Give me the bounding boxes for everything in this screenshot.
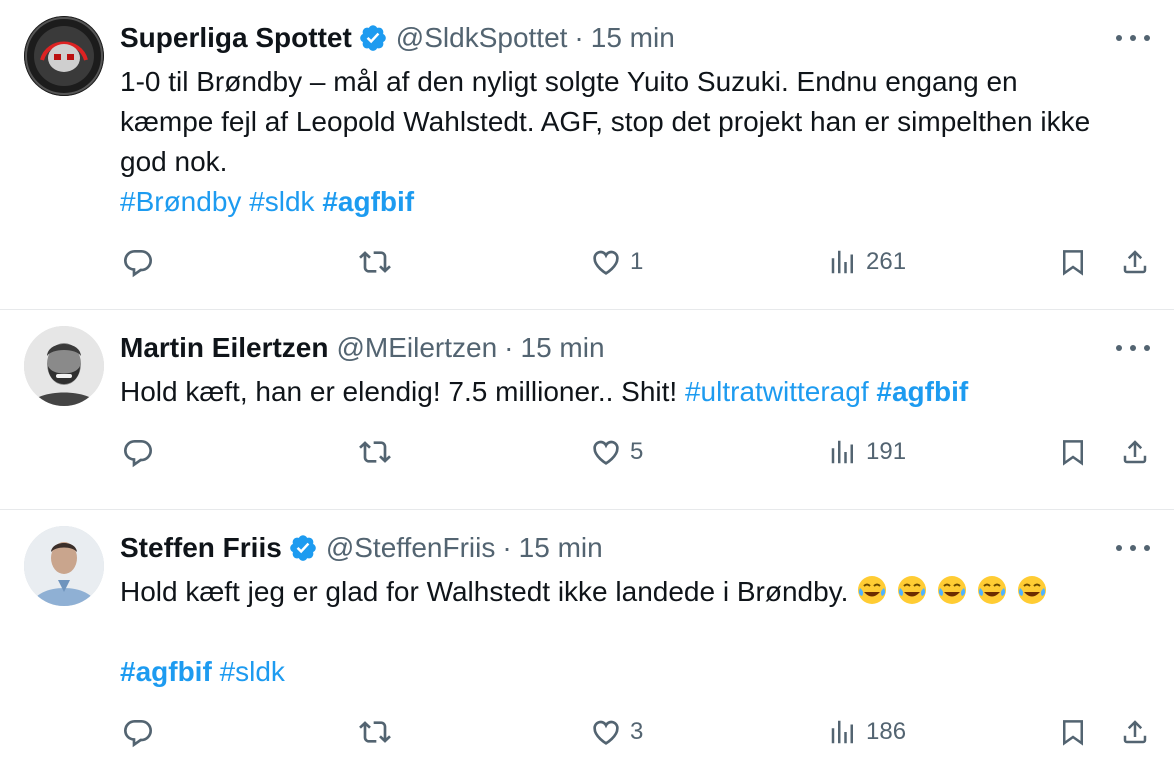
reply-icon (123, 250, 153, 278)
reply-icon (123, 440, 153, 468)
share-button[interactable] (1120, 712, 1150, 752)
retweet-icon (359, 441, 391, 463)
author-handle[interactable]: @MEilertzen (336, 332, 497, 364)
analytics-icon (831, 440, 853, 464)
face-with-tears-of-joy-icon (858, 576, 887, 604)
tweet-text: Hold kæft jeg er glad for Walhstedt ikke… (120, 572, 1150, 692)
like-button[interactable]: 1 (590, 242, 643, 282)
author-handle[interactable]: @SteffenFriis (326, 532, 496, 564)
retweet-button[interactable] (358, 712, 392, 752)
tweet[interactable]: Steffen Friis @SteffenFriis · 15 min Hol… (0, 510, 1174, 782)
view-count: 186 (866, 718, 907, 745)
hashtag-link[interactable]: #agfbif (876, 376, 968, 407)
tweet-text: 1-0 til Brøndby – mål af den nyligt solg… (120, 62, 1150, 222)
hashtag-link[interactable]: #ultratwitteragf (685, 376, 869, 407)
share-icon (1123, 720, 1147, 744)
like-button[interactable]: 5 (590, 432, 643, 472)
face-with-tears-of-joy-icon (1018, 576, 1047, 604)
avatar[interactable] (24, 16, 104, 96)
author-name[interactable]: Martin Eilertzen (120, 332, 328, 364)
retweet-icon (359, 721, 391, 743)
tweet[interactable]: Martin Eilertzen @MEilertzen · 15 min Ho… (0, 310, 1174, 510)
verified-badge-icon (290, 535, 316, 561)
bookmark-icon (1063, 720, 1083, 746)
author-handle[interactable]: @SldkSpottet (396, 22, 568, 54)
share-icon (1123, 250, 1147, 274)
hashtag-link[interactable]: #agfbif (322, 186, 414, 217)
action-bar: 3 186 (120, 692, 1150, 776)
share-button[interactable] (1120, 242, 1150, 282)
like-count: 5 (630, 438, 644, 465)
bookmark-icon (1063, 250, 1083, 276)
hashtag-link[interactable]: #Brøndby (120, 186, 241, 217)
heart-icon (593, 440, 619, 465)
separator-dot: · (574, 22, 584, 53)
share-button[interactable] (1120, 432, 1150, 472)
hashtag-link[interactable]: #sldk (220, 656, 285, 687)
tweet-text: Hold kæft, han er elendig! 7.5 millioner… (120, 372, 1150, 412)
author-name[interactable]: Steffen Friis (120, 532, 282, 564)
more-options-icon[interactable] (1116, 534, 1150, 562)
tweet[interactable]: Superliga Spottet @SldkSpottet · 15 min … (0, 0, 1174, 310)
tweet-body: Hold kæft jeg er glad for Walhstedt ikke… (120, 576, 849, 607)
analytics-icon (831, 250, 853, 274)
timestamp[interactable]: 15 min (591, 22, 675, 54)
like-count: 1 (630, 248, 644, 275)
avatar[interactable] (24, 326, 104, 406)
timestamp[interactable]: 15 min (521, 332, 605, 364)
reply-button[interactable] (122, 242, 154, 282)
heart-icon (593, 250, 619, 275)
hashtag-link[interactable]: #sldk (249, 186, 314, 217)
views-button[interactable]: 191 (828, 432, 906, 472)
retweet-icon (359, 251, 391, 273)
action-bar: 1 261 (120, 222, 1150, 306)
hashtag-link[interactable]: #agfbif (120, 656, 212, 687)
bookmark-button[interactable] (1058, 432, 1088, 472)
avatar[interactable] (24, 526, 104, 606)
face-with-tears-of-joy-icon (898, 576, 927, 604)
bookmark-icon (1063, 440, 1083, 466)
reply-button[interactable] (122, 432, 154, 472)
like-button[interactable]: 3 (590, 712, 643, 752)
view-count: 191 (866, 438, 907, 465)
author-name[interactable]: Superliga Spottet (120, 22, 352, 54)
separator-dot: · (504, 332, 514, 363)
reply-icon (123, 720, 153, 748)
like-count: 3 (630, 718, 644, 745)
views-button[interactable]: 261 (828, 242, 906, 282)
tweet-body: 1-0 til Brøndby – mål af den nyligt solg… (120, 66, 1091, 177)
reply-button[interactable] (122, 712, 154, 752)
separator-dot: · (502, 532, 512, 563)
verified-badge-icon (359, 25, 386, 51)
face-with-tears-of-joy-icon (938, 576, 967, 604)
analytics-icon (831, 720, 853, 744)
view-count: 261 (866, 248, 907, 275)
retweet-button[interactable] (358, 242, 392, 282)
more-options-icon[interactable] (1116, 334, 1150, 362)
tweet-body: Hold kæft, han er elendig! 7.5 millioner… (120, 376, 678, 407)
bookmark-button[interactable] (1058, 242, 1088, 282)
bookmark-button[interactable] (1058, 712, 1088, 752)
emoji-group (856, 576, 1056, 607)
action-bar: 5 191 (120, 412, 1150, 496)
heart-icon (593, 720, 619, 745)
timeline-feed: Superliga Spottet @SldkSpottet · 15 min … (0, 0, 1174, 782)
retweet-button[interactable] (358, 432, 392, 472)
face-with-tears-of-joy-icon (978, 576, 1007, 604)
more-options-icon[interactable] (1116, 24, 1150, 52)
views-button[interactable]: 186 (828, 712, 906, 752)
share-icon (1123, 440, 1147, 464)
timestamp[interactable]: 15 min (519, 532, 603, 564)
